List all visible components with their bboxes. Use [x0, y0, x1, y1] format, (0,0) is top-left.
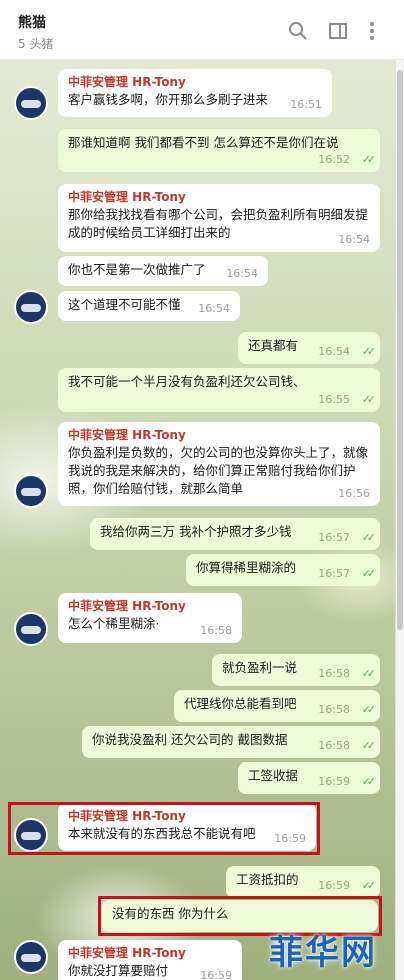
message-time: 16:57 — [318, 531, 350, 544]
message-text: 我给你两三万 我补个护照才多少钱 — [100, 524, 292, 539]
double-check-icon: ✓✓ — [361, 153, 377, 166]
message-text: 工资抵扣的 — [236, 872, 299, 887]
double-check-icon: ✓✓ — [361, 703, 377, 716]
message-bubble-outgoing[interactable]: 工签收据 16:59 ✓✓ — [238, 762, 380, 794]
message-bubble-incoming[interactable]: 中菲安管理 HR-Tony 你负盈利是负数的，欠的公司的也没算你头上了，就像我说… — [58, 422, 380, 506]
message-time: 16:56 — [338, 487, 370, 500]
double-check-icon: ✓✓ — [361, 393, 377, 406]
message-bubble-incoming[interactable]: 这个道理不可能不懂 16:54 — [58, 291, 240, 321]
message-text: 你就没打算要赔付 — [68, 963, 169, 978]
message-time: 16:55 — [318, 393, 350, 406]
message-bubble-incoming[interactable]: 中菲安管理 HR-Tony 客户赢钱多啊，你开那么多刷子进来 16:51 — [58, 69, 332, 117]
message-text: 我不可能一个半月没有负盈利还欠公司钱、 — [68, 374, 306, 389]
message-bubble-outgoing[interactable]: 就负盈利一说 16:58 ✓✓ — [212, 654, 380, 686]
double-check-icon: ✓✓ — [361, 567, 377, 580]
sender-name[interactable]: 中菲安管理 HR-Tony — [68, 598, 232, 615]
double-check-icon: ✓✓ — [361, 739, 377, 752]
watermark-logo: 菲华网 — [269, 933, 377, 973]
message-bubble-incoming[interactable]: 中菲安管理 HR-Tony 怎么个稀里糊涂· 16:58 — [58, 593, 242, 643]
message-time: 16:54 — [226, 267, 258, 280]
double-check-icon: ✓✓ — [361, 775, 377, 788]
message-text: 你算得稀里糊涂的 — [196, 560, 297, 575]
message-bubble-outgoing[interactable]: 还真都有 16:54 ✓✓ — [238, 332, 380, 364]
message-bubble-outgoing[interactable]: 你说我没盈利 还欠公司的 截图数据 16:58 ✓✓ — [82, 726, 380, 758]
message-bubble-outgoing[interactable]: 工资抵扣的 16:59 ✓✓ — [226, 866, 380, 898]
sender-name[interactable]: 中菲安管理 HR-Tony — [68, 427, 370, 444]
message-text: 怎么个稀里糊涂· — [68, 616, 160, 631]
avatar[interactable] — [14, 940, 48, 974]
message-text: 还真都有 — [248, 338, 299, 353]
message-text: 就负盈利一说 — [222, 660, 298, 675]
scrollbar[interactable] — [395, 60, 404, 980]
message-text: 工签收据 — [248, 768, 299, 783]
message-bubble-outgoing[interactable]: 我给你两三万 我补个护照才多少钱 16:57 ✓✓ — [90, 518, 380, 550]
avatar[interactable] — [14, 290, 48, 324]
message-text: 你负盈利是负数的，欠的公司的也没算你头上了，就像我说的我是来解决的，给你们算正常… — [68, 445, 369, 496]
red-highlight-box — [8, 802, 320, 855]
message-text: 你也不是第一次做推广了 — [68, 262, 206, 277]
message-time: 16:57 — [318, 567, 350, 580]
message-bubble-incoming[interactable]: 你也不是第一次做推广了 16:54 — [58, 256, 268, 286]
double-check-icon: ✓✓ — [361, 531, 377, 544]
message-bubble-outgoing[interactable]: 那谁知道啊 我们都看不到 怎么算还不是你们在说 16:52 ✓✓ — [58, 129, 380, 172]
scrollbar-thumb[interactable] — [397, 70, 403, 630]
avatar[interactable] — [14, 86, 48, 120]
search-icon[interactable] — [287, 20, 309, 42]
message-bubble-incoming[interactable]: 中菲安管理 HR-Tony 那你给我找找看有哪个公司，会把负盈利所有明细发提成的… — [58, 184, 380, 252]
message-time: 16:54 — [338, 233, 370, 246]
sidebar-toggle-icon[interactable] — [327, 20, 349, 42]
message-text: 你说我没盈利 还欠公司的 截图数据 — [92, 732, 288, 747]
message-time: 16:59 — [318, 775, 350, 788]
sender-name[interactable]: 中菲安管理 HR-Tony — [68, 74, 322, 91]
message-time: 16:58 — [318, 703, 350, 716]
message-text: 那谁知道啊 我们都看不到 怎么算还不是你们在说 — [68, 135, 339, 150]
message-text: 代理线你总能看到吧 — [184, 696, 297, 711]
chat-title[interactable]: 熊猫 — [18, 12, 46, 32]
message-time: 16:59 — [318, 879, 350, 892]
message-text: 这个道理不可能不懂 — [68, 297, 181, 312]
message-time: 16:58 — [318, 667, 350, 680]
message-time: 16:58 — [318, 739, 350, 752]
double-check-icon: ✓✓ — [361, 667, 377, 680]
double-check-icon: ✓✓ — [361, 879, 377, 892]
chat-member-count: 5 头猪 — [18, 37, 54, 51]
message-time: 16:59 — [200, 969, 232, 980]
more-menu-icon[interactable] — [361, 20, 383, 42]
message-text: 那你给我找找看有哪个公司，会把负盈利所有明细发提成的时候给员工详细打出来的 — [68, 207, 369, 240]
message-bubble-incoming[interactable]: 中菲安管理 HR-Tony 你就没打算要赔付 16:59 — [58, 940, 242, 980]
avatar[interactable] — [14, 612, 48, 646]
message-bubble-outgoing[interactable]: 我不可能一个半月没有负盈利还欠公司钱、 16:55 ✓✓ — [58, 368, 380, 412]
message-time: 16:54 — [198, 302, 230, 315]
message-time: 16:58 — [200, 624, 232, 637]
sender-name[interactable]: 中菲安管理 HR-Tony — [68, 189, 370, 206]
chat-message-area[interactable]: 中菲安管理 HR-Tony 客户赢钱多啊，你开那么多刷子进来 16:51 那谁知… — [0, 60, 395, 980]
message-text: 客户赢钱多啊，你开那么多刷子进来 — [68, 92, 269, 107]
double-check-icon: ✓✓ — [361, 345, 377, 358]
message-time: 16:51 — [290, 98, 322, 111]
message-time: 16:54 — [318, 345, 350, 358]
message-bubble-outgoing[interactable]: 你算得稀里糊涂的 16:57 ✓✓ — [186, 554, 380, 586]
message-bubble-outgoing[interactable]: 代理线你总能看到吧 16:58 ✓✓ — [174, 690, 380, 722]
chat-header: 熊猫 5 头猪 — [0, 0, 404, 60]
avatar[interactable] — [14, 474, 48, 508]
sender-name[interactable]: 中菲安管理 HR-Tony — [68, 945, 232, 962]
message-time: 16:52 — [318, 153, 350, 166]
